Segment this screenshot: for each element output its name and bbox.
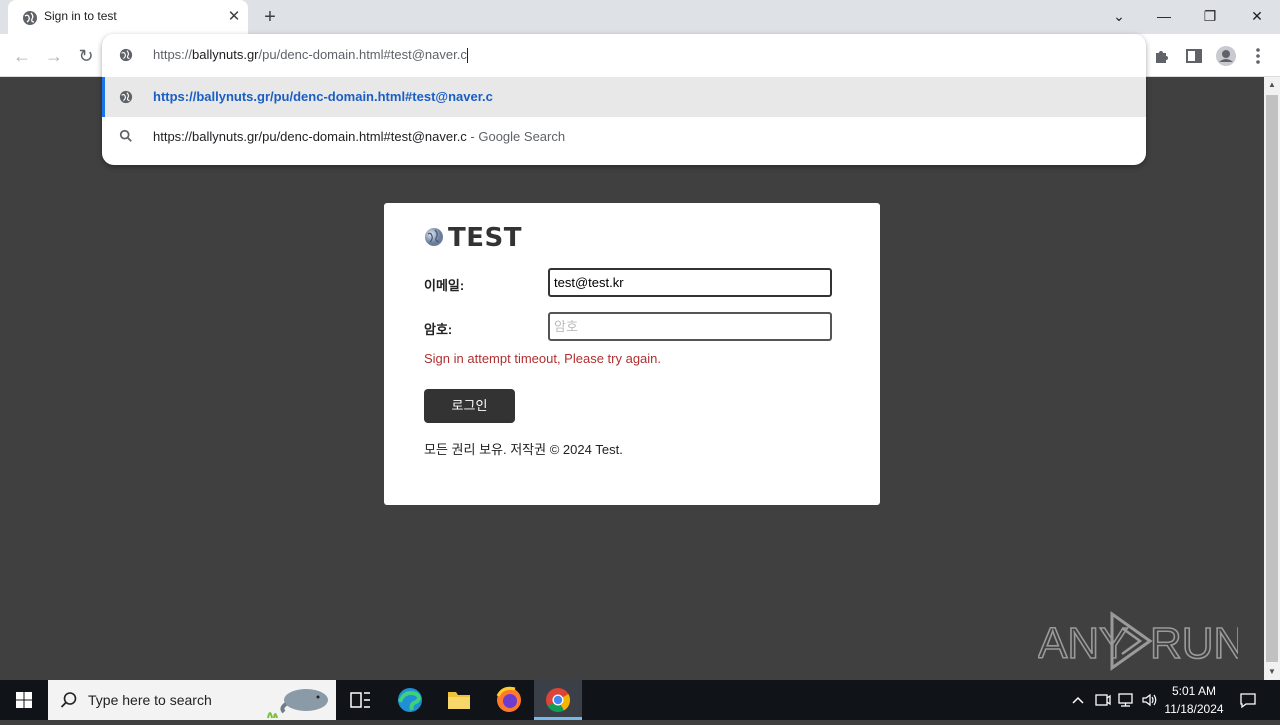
login-button[interactable]: 로그인 [424,389,515,423]
back-button[interactable]: ← [9,43,35,69]
tab-close-icon[interactable]: ✕ [224,7,244,27]
error-message: Sign in attempt timeout, Please try agai… [424,351,662,366]
watermark-run-text: RUN [1150,619,1238,668]
side-panel-icon[interactable] [1182,44,1206,68]
browser-tab[interactable]: Sign in to test ✕ [8,0,248,34]
login-card: TEST 이메일: 암호: Sign in attempt timeout, P… [384,203,880,505]
manatee-search-highlight-icon [266,682,332,725]
scroll-down-arrow-icon[interactable]: ▼ [1264,664,1280,680]
selection-indicator [102,77,105,117]
scroll-thumb[interactable] [1266,95,1278,662]
logo-text: TEST [448,223,522,253]
search-icon [60,691,78,714]
chrome-taskbar-icon[interactable] [534,680,582,720]
edge-browser-icon[interactable] [386,680,434,720]
tray-chevron-up-icon[interactable] [1068,690,1088,710]
restore-button[interactable]: ❐ [1190,4,1230,28]
new-tab-button[interactable]: + [258,5,282,29]
file-explorer-icon[interactable] [435,680,483,720]
globe-icon [22,10,38,31]
suggestion-url-text: https://ballynuts.gr/pu/denc-domain.html… [153,89,493,104]
page-scrollbar[interactable]: ▲ ▼ [1264,77,1280,680]
search-placeholder: Type here to search [88,692,212,708]
globe-icon [119,90,133,109]
firefox-icon[interactable] [485,680,533,720]
network-icon[interactable] [1116,690,1136,710]
tab-search-chevron-icon[interactable]: ⌄ [1099,4,1139,28]
copyright-footer: 모든 권리 보유. 저작권 © 2024 Test. [424,442,623,457]
menu-dots-icon[interactable] [1246,44,1270,68]
task-view-icon[interactable] [336,680,384,720]
anyrun-watermark: ANY RUN [1037,606,1246,676]
extensions-puzzle-icon[interactable] [1150,44,1174,68]
tab-title: Sign in to test [44,9,117,23]
password-field[interactable] [548,312,832,341]
close-window-button[interactable]: ✕ [1237,4,1277,28]
taskbar: Type here to search 5:01 AM 11/18/2024 [0,680,1280,720]
email-label: 이메일: [424,278,465,293]
profile-avatar-icon[interactable] [1214,44,1238,68]
reload-button[interactable]: ↻ [73,43,99,69]
forward-button[interactable]: → [41,43,67,69]
omnibox-suggestion-search[interactable]: https://ballynuts.gr/pu/denc-domain.html… [102,117,1146,157]
tab-strip: Sign in to test ✕ + ⌄ — ❐ ✕ [0,0,1280,34]
minimize-button[interactable]: — [1144,4,1184,28]
scroll-up-arrow-icon[interactable]: ▲ [1264,77,1280,93]
email-field[interactable] [548,268,832,297]
text-caret [466,48,468,64]
meet-now-icon[interactable] [1092,690,1112,710]
globe-logo-icon [424,227,444,252]
taskbar-search-box[interactable]: Type here to search [48,680,336,720]
password-label: 암호: [424,322,453,337]
globe-icon [119,48,133,67]
suggestion-search-text: https://ballynuts.gr/pu/denc-domain.html… [153,129,566,144]
windows-start-button[interactable] [0,680,48,720]
clock-date[interactable]: 11/18/2024 [1162,702,1226,716]
clock-time[interactable]: 5:01 AM [1162,684,1226,698]
address-text[interactable]: https://ballynuts.gr/pu/denc-domain.html… [153,47,468,64]
volume-icon[interactable] [1140,690,1160,710]
omnibox-suggestion-url[interactable]: https://ballynuts.gr/pu/denc-domain.html… [102,77,1146,117]
watermark-any-text: ANY [1038,619,1128,668]
address-bar[interactable]: https://ballynuts.gr/pu/denc-domain.html… [102,34,1146,76]
omnibox-dropdown: https://ballynuts.gr/pu/denc-domain.html… [102,34,1146,165]
notification-center-icon[interactable] [1238,690,1258,710]
search-icon [119,129,133,148]
